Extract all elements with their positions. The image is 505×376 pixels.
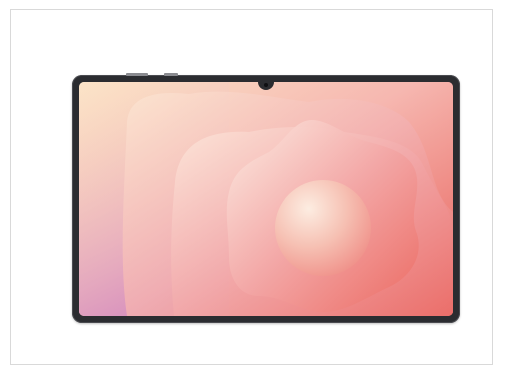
- tablet-device: [72, 73, 460, 323]
- volume-button: [164, 73, 178, 76]
- power-button: [126, 73, 148, 76]
- camera-icon: [264, 83, 268, 87]
- wallpaper-center-disc: [275, 180, 371, 276]
- tablet-screen: [79, 82, 453, 316]
- wallpaper: [79, 82, 453, 316]
- product-image-frame: [10, 9, 493, 365]
